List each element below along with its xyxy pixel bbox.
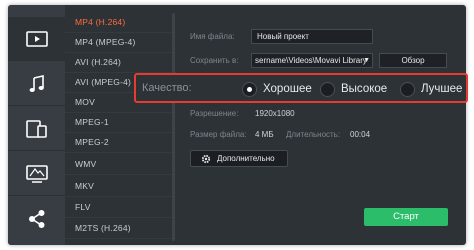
quality-option-label: Хорошее — [263, 83, 312, 95]
format-item[interactable]: MPEG-1 — [65, 113, 176, 133]
tab-devices[interactable] — [8, 107, 65, 151]
radio-button[interactable] — [400, 81, 415, 97]
format-item[interactable]: MKV — [65, 177, 176, 197]
format-item[interactable]: MPEG-2 — [65, 133, 176, 153]
format-item[interactable]: FLV — [65, 198, 176, 218]
chevron-down-icon[interactable]: ▼ — [363, 54, 370, 67]
category-sidebar — [8, 5, 65, 245]
quality-option-label: Высокое — [341, 83, 388, 95]
tab-video[interactable] — [8, 17, 65, 61]
advanced-settings-button[interactable]: Дополнительно — [190, 150, 288, 167]
quality-option-high[interactable]: Высокое — [320, 79, 387, 99]
tab-audio[interactable] — [8, 62, 65, 106]
resolution-value: 1920x1080 — [255, 109, 295, 118]
radio-button[interactable] — [242, 81, 257, 97]
format-item[interactable]: AVI (H.264) — [65, 53, 176, 73]
devices-icon — [25, 119, 47, 138]
save-path-field[interactable]: sername\Videos\Movavi Library ▼ — [251, 53, 373, 68]
format-list-scrollbar[interactable] — [172, 13, 175, 241]
format-item[interactable]: WMV — [65, 155, 176, 175]
filesize-label: Размер файла: — [190, 130, 247, 139]
tab-tv[interactable] — [8, 152, 65, 196]
music-icon — [29, 74, 44, 92]
duration-label: Длительность: — [286, 130, 341, 139]
duration-value: 00:04 — [350, 130, 371, 139]
gear-icon — [201, 154, 211, 164]
browse-button[interactable]: Обзор — [379, 53, 447, 68]
quality-label: Качество: — [142, 82, 192, 94]
resolution-label: Разрешение: — [190, 109, 239, 118]
radio-button[interactable] — [320, 81, 335, 97]
save-path-value: sername\Videos\Movavi Library — [255, 56, 367, 65]
quality-option-label: Лучшее — [421, 83, 463, 95]
quality-option-best[interactable]: Лучшее — [400, 79, 462, 99]
format-item[interactable]: MP4 (MPEG-4) — [65, 33, 176, 53]
quality-option-good[interactable]: Хорошее — [242, 79, 312, 99]
format-item[interactable]: MP4 (H.264) — [65, 13, 176, 33]
format-list: MP4 (H.264) MP4 (MPEG-4) AVI (H.264) AVI… — [65, 5, 176, 245]
advanced-settings-label: Дополнительно — [217, 154, 275, 163]
format-item[interactable]: M2TS (H.264) — [65, 219, 176, 239]
filename-field[interactable]: Новый проект — [251, 29, 373, 44]
start-button[interactable]: Старт — [364, 208, 448, 226]
share-icon — [28, 210, 44, 228]
save-label: Сохранить в: — [190, 56, 239, 65]
tab-share[interactable] — [8, 197, 65, 241]
tv-icon — [25, 164, 48, 183]
filename-label: Имя файла: — [190, 32, 235, 41]
filesize-value: 4 МБ — [255, 130, 274, 139]
quality-selector: Качество: Хорошее Высокое Лучшее — [134, 73, 468, 103]
video-icon — [25, 30, 48, 47]
